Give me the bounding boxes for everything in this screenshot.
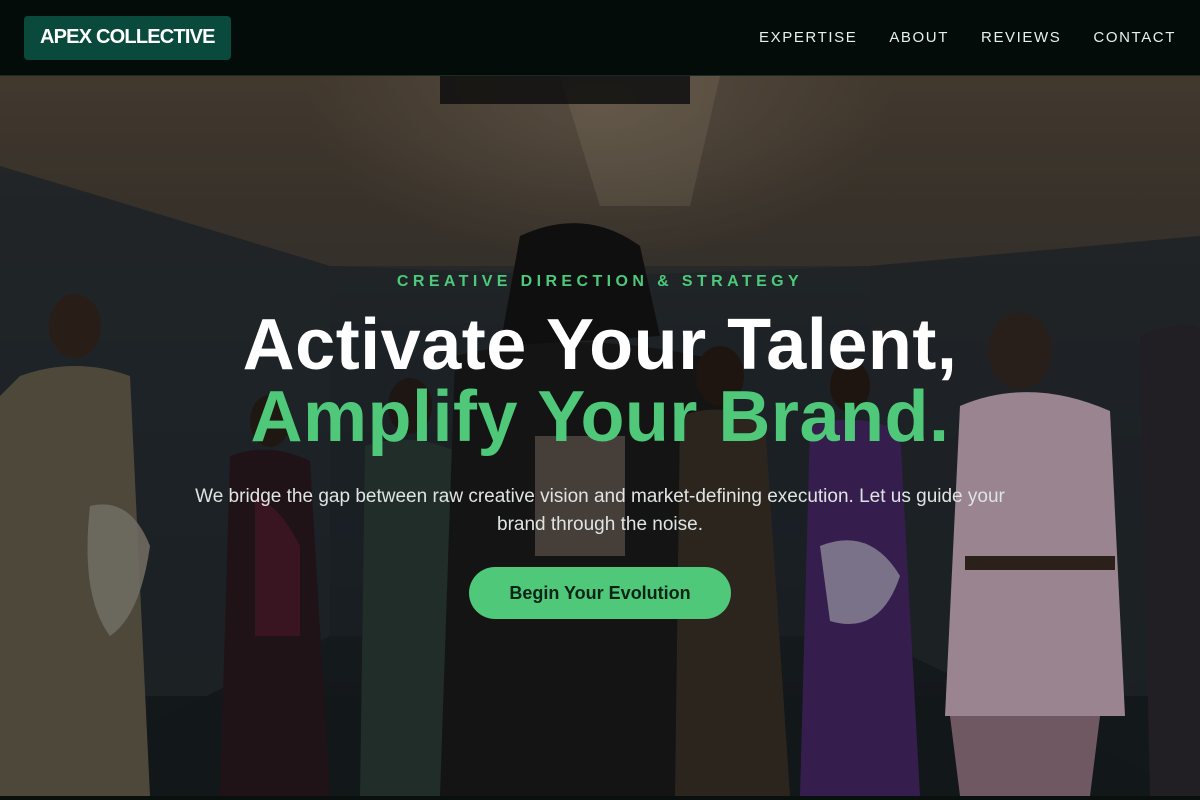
site-header: APEX COLLECTIVE EXPERTISE ABOUT REVIEWS … <box>0 0 1200 76</box>
nav-link-contact[interactable]: CONTACT <box>1093 29 1176 46</box>
nav-link-expertise[interactable]: EXPERTISE <box>759 29 857 46</box>
hero-title: Activate Your Talent, Amplify Your Brand… <box>243 309 958 453</box>
hero-content: CREATIVE DIRECTION & STRATEGY Activate Y… <box>0 76 1200 796</box>
nav-link-about[interactable]: ABOUT <box>889 29 949 46</box>
hero-section: CREATIVE DIRECTION & STRATEGY Activate Y… <box>0 76 1200 796</box>
nav-link-reviews[interactable]: REVIEWS <box>981 29 1061 46</box>
hero-subtitle: We bridge the gap between raw creative v… <box>195 486 1005 535</box>
hero-title-line-2: Amplify Your Brand. <box>250 377 950 457</box>
hero-eyebrow: CREATIVE DIRECTION & STRATEGY <box>396 273 804 290</box>
page-bottom-edge <box>0 796 1200 800</box>
brand-logo[interactable]: APEX COLLECTIVE <box>24 15 231 60</box>
hero-title-line-1: Activate Your Talent, <box>242 305 958 385</box>
main-nav: EXPERTISE ABOUT REVIEWS CONTACT <box>759 29 1176 46</box>
begin-evolution-button[interactable]: Begin Your Evolution <box>469 567 731 619</box>
